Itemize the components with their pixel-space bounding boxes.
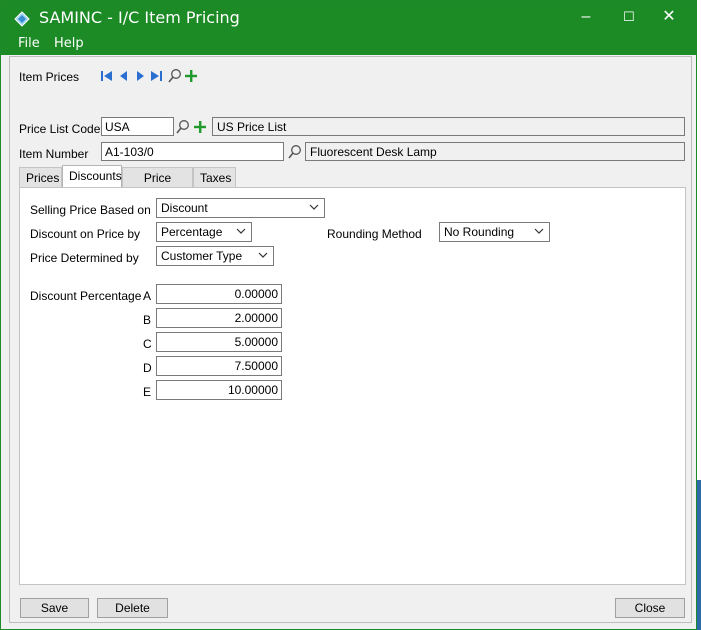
close-button[interactable]: Close	[615, 598, 685, 618]
chevron-down-icon	[258, 252, 268, 258]
price-determined-by-value: Customer Type	[161, 249, 243, 263]
selling-price-based-on-label: Selling Price Based on	[30, 203, 151, 217]
selling-price-based-on-select[interactable]: Discount	[156, 198, 325, 218]
tab-taxes[interactable]: Taxes	[193, 167, 236, 187]
save-button[interactable]: Save	[20, 598, 89, 618]
item-pricing-window: SAMINC - I/C Item Pricing – ☐ ✕ File Hel…	[0, 0, 697, 630]
price-list-code-input[interactable]	[101, 117, 174, 136]
discount-percentage-a-input[interactable]	[156, 284, 282, 304]
discount-on-price-by-select[interactable]: Percentage	[156, 222, 252, 242]
close-window-button[interactable]: ✕	[649, 5, 689, 29]
menu-file[interactable]: File	[18, 36, 40, 51]
selling-price-based-on-value: Discount	[161, 201, 208, 215]
discount-letter-e: E	[143, 385, 152, 399]
next-record-icon[interactable]	[133, 69, 147, 83]
maximize-button[interactable]: ☐	[609, 5, 649, 29]
discount-percentage-e-input[interactable]	[156, 380, 282, 400]
window-title: SAMINC - I/C Item Pricing	[39, 8, 240, 27]
title-bar: SAMINC - I/C Item Pricing – ☐ ✕ File Hel…	[1, 1, 696, 55]
tab-discounts[interactable]: Discounts	[62, 165, 122, 188]
rounding-method-label: Rounding Method	[327, 227, 422, 241]
tab-price-check[interactable]: Price Check	[122, 167, 193, 199]
item-number-label: Item Number	[19, 147, 89, 161]
chevron-down-icon	[534, 228, 544, 234]
discounts-panel	[19, 187, 686, 585]
app-icon	[14, 11, 30, 27]
menu-help[interactable]: Help	[54, 36, 84, 51]
price-determined-by-select[interactable]: Customer Type	[156, 246, 274, 266]
item-description: Fluorescent Desk Lamp	[305, 142, 685, 161]
discount-percentage-label: Discount Percentage	[30, 289, 142, 303]
discount-percentage-d-input[interactable]	[156, 356, 282, 376]
item-number-input[interactable]	[101, 142, 284, 161]
discount-letter-b: B	[143, 313, 152, 327]
add-price-list-icon[interactable]	[192, 119, 208, 135]
item-prices-label: Item Prices	[19, 70, 80, 84]
first-record-icon[interactable]	[100, 69, 114, 83]
rounding-method-select[interactable]: No Rounding	[439, 222, 550, 242]
last-record-icon[interactable]	[149, 69, 163, 83]
chevron-down-icon	[309, 204, 319, 210]
lookup-icon[interactable]	[167, 68, 183, 84]
item-lookup-icon[interactable]	[287, 144, 303, 160]
discount-on-price-by-label: Discount on Price by	[30, 227, 141, 241]
chevron-down-icon	[236, 228, 246, 234]
discount-percentage-b-input[interactable]	[156, 308, 282, 328]
discount-letter-d: D	[143, 361, 152, 375]
price-list-lookup-icon[interactable]	[175, 119, 191, 135]
delete-button[interactable]: Delete	[97, 598, 168, 618]
price-list-code-label: Price List Code	[19, 122, 101, 136]
discount-percentage-c-input[interactable]	[156, 332, 282, 352]
rounding-method-value: No Rounding	[444, 225, 515, 239]
tab-prices[interactable]: Prices	[19, 167, 62, 187]
discount-on-price-by-value: Percentage	[161, 225, 223, 239]
discount-letter-a: A	[143, 289, 152, 303]
price-list-description: US Price List	[212, 117, 685, 136]
minimize-button[interactable]: –	[566, 5, 606, 29]
previous-record-icon[interactable]	[117, 69, 131, 83]
add-icon[interactable]	[183, 68, 199, 84]
discount-letter-c: C	[143, 337, 152, 351]
background-desktop-lower	[697, 480, 701, 630]
price-determined-by-label: Price Determined by	[30, 251, 139, 265]
